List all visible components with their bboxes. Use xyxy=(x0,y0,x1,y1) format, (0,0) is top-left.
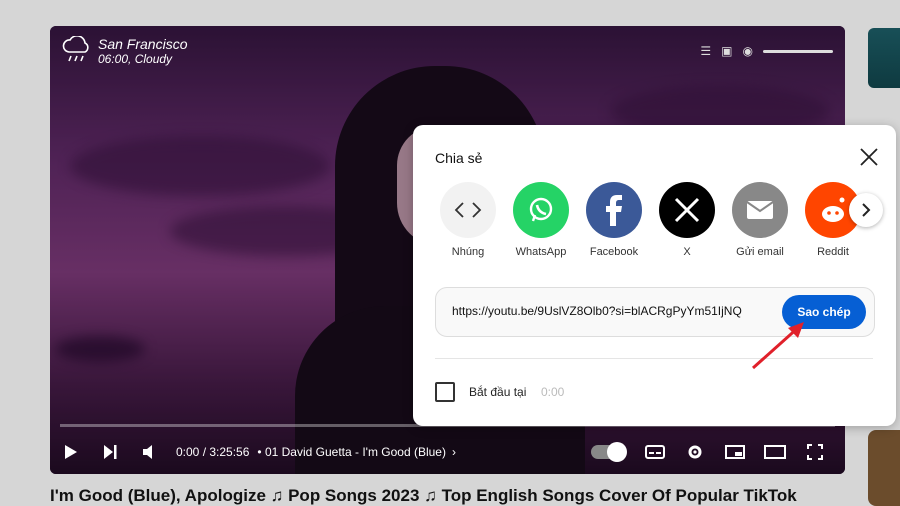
share-embed[interactable]: Nhúng xyxy=(440,182,513,258)
x-icon xyxy=(674,197,700,223)
share-email[interactable]: Gửi email xyxy=(732,182,805,258)
start-at-checkbox[interactable] xyxy=(435,382,455,402)
reddit-icon xyxy=(822,197,845,222)
weather-overlay: San Francisco 06:00, Cloudy xyxy=(62,36,187,66)
top-overlay-icons: ☰ ▣ ◉ xyxy=(700,44,833,58)
share-label: Facebook xyxy=(589,246,639,258)
player-controls: 0:00 / 3:25:56 • 01 David Guetta - I'm G… xyxy=(50,430,845,474)
volume-icon xyxy=(143,445,152,459)
share-label: X xyxy=(683,246,691,258)
theater-icon xyxy=(764,445,786,459)
chevron-right-icon[interactable]: › xyxy=(452,445,456,459)
chapter-title[interactable]: • 01 David Guetta - I'm Good (Blue) xyxy=(257,445,446,459)
time-display: 0:00 / 3:25:56 xyxy=(176,445,250,459)
subtitles-button[interactable] xyxy=(635,432,675,472)
annotation-arrow-icon xyxy=(752,322,804,370)
volume-button[interactable] xyxy=(130,432,170,472)
share-whatsapp[interactable]: WhatsApp xyxy=(513,182,586,258)
start-at-label: Bắt đầu tại xyxy=(469,385,527,399)
window-icon[interactable]: ▣ xyxy=(721,44,732,58)
share-facebook[interactable]: Facebook xyxy=(586,182,659,258)
skip-next-icon xyxy=(104,445,117,459)
gear-icon xyxy=(688,445,702,459)
weather-detail: 06:00, Cloudy xyxy=(98,52,173,66)
chevron-right-icon xyxy=(862,203,871,217)
share-targets: Nhúng WhatsApp Facebook X Gửi email Redd… xyxy=(440,182,878,258)
fullscreen-icon xyxy=(807,444,823,460)
play-button[interactable] xyxy=(50,432,90,472)
share-url[interactable]: https://youtu.be/9UslVZ8Olb0?si=blACRgPy… xyxy=(452,304,742,318)
list-icon[interactable]: ☰ xyxy=(700,44,711,58)
share-dialog: Chia sẻ Nhúng WhatsApp Facebook X Gửi em… xyxy=(413,125,896,426)
embed-icon xyxy=(454,202,482,218)
theater-button[interactable] xyxy=(755,432,795,472)
overlay-volume-bar[interactable] xyxy=(763,49,833,53)
fullscreen-button[interactable] xyxy=(795,432,835,472)
sidebar-thumbnail[interactable] xyxy=(868,430,900,506)
share-label: Reddit xyxy=(817,246,849,258)
email-icon xyxy=(746,201,774,219)
share-url-box: https://youtu.be/9UslVZ8Olb0?si=blACRgPy… xyxy=(435,287,875,337)
next-share-button[interactable] xyxy=(849,193,883,227)
share-label: Gửi email xyxy=(736,246,784,258)
facebook-icon xyxy=(606,195,622,226)
settings-button[interactable] xyxy=(675,432,715,472)
share-label: Nhúng xyxy=(451,246,485,258)
eye-icon[interactable]: ◉ xyxy=(743,44,753,58)
close-button[interactable] xyxy=(857,145,881,169)
whatsapp-icon xyxy=(529,197,553,222)
next-button[interactable] xyxy=(90,432,130,472)
close-icon xyxy=(860,148,878,166)
weather-city: San Francisco xyxy=(98,36,188,52)
autoplay-toggle[interactable] xyxy=(591,442,627,462)
miniplayer-icon xyxy=(725,445,745,459)
play-icon xyxy=(65,445,77,459)
share-label: WhatsApp xyxy=(515,246,567,258)
sidebar-thumbnail[interactable] xyxy=(868,28,900,88)
cloud-rain-icon xyxy=(62,36,89,62)
start-time-input[interactable]: 0:00 xyxy=(541,385,564,399)
video-title: I'm Good (Blue), Apologize ♫ Pop Songs 2… xyxy=(50,486,797,505)
miniplayer-button[interactable] xyxy=(715,432,755,472)
share-dialog-title: Chia sẻ xyxy=(435,150,483,166)
subtitles-icon xyxy=(645,445,665,459)
share-x[interactable]: X xyxy=(659,182,732,258)
